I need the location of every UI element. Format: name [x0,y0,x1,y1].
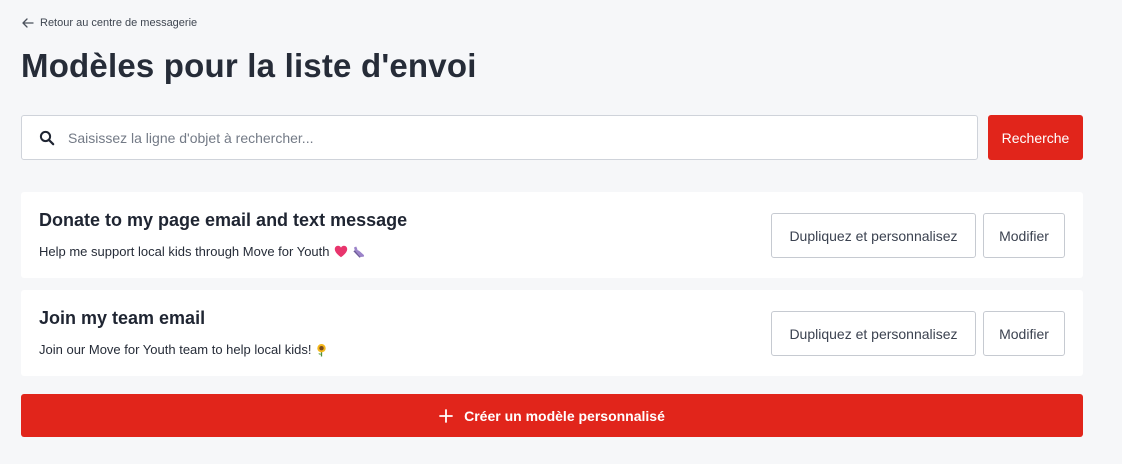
template-title: Join my team email [39,308,206,328]
edit-button[interactable]: Modifier [983,311,1065,356]
template-description: Help me support local kids through Move … [39,244,366,259]
back-to-messaging-link[interactable]: Retour au centre de messagerie [22,17,197,29]
mailing-templates-page: Retour au centre de messagerie Modèles p… [0,0,1122,464]
page-title: Modèles pour la liste d'envoi [21,47,477,84]
template-card: Join my team email Join our Move for You… [21,290,1083,376]
back-link-label: Retour au centre de messagerie [40,17,198,29]
search-icon [39,130,55,146]
duplicate-button[interactable]: Dupliquez et personnalisez [771,311,976,356]
sunflower-icon [315,343,328,357]
arrow-left-icon [22,18,34,28]
edit-button[interactable]: Modifier [983,213,1065,258]
search-box[interactable] [21,115,978,160]
template-card: Donate to my page email and text message… [21,192,1083,278]
template-description-text: Help me support local kids through Move … [39,244,330,259]
sneaker-icon [352,245,366,259]
heart-icon [334,245,348,258]
create-custom-template-button[interactable]: Créer un modèle personnalisé [21,394,1083,437]
search-input[interactable] [68,116,977,159]
plus-icon [439,408,454,423]
search-button[interactable]: Recherche [988,115,1083,160]
template-title: Donate to my page email and text message [39,210,408,230]
duplicate-button[interactable]: Dupliquez et personnalisez [771,213,976,258]
create-button-label: Créer un modèle personnalisé [464,407,665,424]
template-description-text: Join our Move for Youth team to help loc… [39,342,312,357]
template-description: Join our Move for Youth team to help loc… [39,342,328,357]
